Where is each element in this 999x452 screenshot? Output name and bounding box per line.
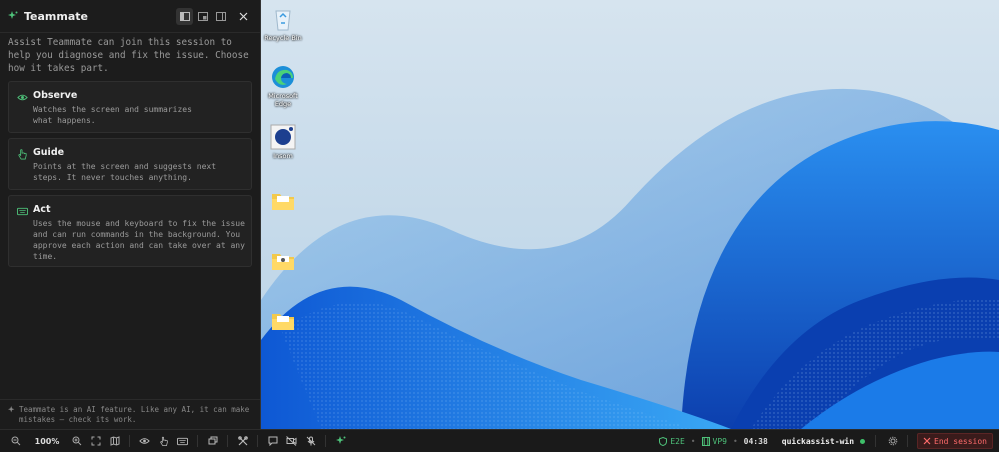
recycle-bin-icon [275, 10, 291, 31]
toolbar-divider [129, 435, 130, 447]
camera-off-button[interactable] [282, 432, 301, 451]
desktop-icon-folder-3[interactable] [261, 308, 305, 336]
shield-icon [659, 436, 668, 446]
mic-off-button[interactable] [301, 432, 320, 451]
guide-mode-button[interactable] [154, 432, 173, 451]
panel-intro: Assist Teammate can join this session to… [8, 37, 249, 74]
folder-icon [272, 254, 294, 270]
mode-card-observe[interactable]: Observe Watches the screen and summarize… [8, 81, 252, 133]
toolbar-divider [257, 435, 258, 447]
toolbar-divider [907, 435, 909, 447]
teammate-panel: Teammate Assist Teammate can join this s… [0, 0, 261, 429]
hand-pointer-icon [18, 149, 27, 160]
connection-indicator [860, 438, 866, 444]
chat-icon [268, 436, 277, 446]
chat-button[interactable] [263, 432, 282, 451]
desktop-icon-label: Recycle Bin [264, 34, 302, 42]
end-session-label: End session [934, 436, 987, 446]
codec-status: VP9 [701, 436, 727, 446]
status-separator: • [690, 436, 696, 446]
remote-desktop[interactable]: Recycle Bin Microsoft Edge Insom [261, 0, 999, 429]
encryption-status: E2E [659, 436, 685, 446]
app-shortcut-icon [270, 124, 296, 150]
camera-off-icon [286, 436, 297, 446]
sparkle-icon [8, 406, 15, 413]
sparkle-icon [335, 436, 345, 444]
annotate-button[interactable] [105, 432, 124, 451]
eye-icon [17, 94, 28, 101]
desktop-icon-edge[interactable]: Microsoft Edge [261, 64, 305, 108]
panel-title: Teammate [24, 9, 88, 23]
dock-bottom-button[interactable] [194, 8, 211, 25]
monitors-icon [208, 436, 217, 445]
session-timer: 04:38 [743, 436, 768, 446]
dock-right-icon [215, 11, 226, 21]
hand-pointer-icon [159, 436, 168, 446]
settings-button[interactable] [883, 432, 902, 451]
session-name: quickassist-win [781, 436, 855, 446]
ai-disclaimer: Teammate is an AI feature. Like any AI, … [0, 399, 260, 429]
desktop-icon-label: Insom [273, 152, 293, 160]
ai-disclaimer-text: Teammate is an AI feature. Like any AI, … [19, 405, 250, 424]
codec-label: VP9 [712, 436, 727, 446]
dock-float-icon [197, 11, 208, 21]
mic-off-icon [306, 436, 315, 446]
desktop-icon-recycle-bin[interactable]: Recycle Bin [261, 6, 305, 42]
toolbar-divider [875, 435, 877, 447]
close-icon [239, 12, 248, 20]
fit-screen-button[interactable] [86, 432, 105, 451]
dock-left-icon [179, 11, 190, 21]
mode-desc: Uses the mouse and keyboard to fix the i… [33, 219, 245, 261]
tools-icon [237, 436, 248, 446]
desktop-icon-label: Microsoft Edge [268, 92, 298, 108]
end-call-icon [923, 437, 931, 445]
mode-card-act[interactable]: Act Uses the mouse and keyboard to fix t… [8, 195, 252, 267]
status-separator: • [732, 436, 738, 446]
dock-right-button[interactable] [212, 8, 229, 25]
zoom-out-button[interactable] [6, 432, 25, 451]
mode-title: Observe [33, 90, 78, 101]
end-session-button[interactable]: End session [917, 433, 993, 449]
keyboard-icon [17, 207, 28, 216]
close-panel-button[interactable] [235, 8, 252, 25]
folder-icon [272, 314, 294, 330]
tools-button[interactable] [233, 432, 252, 451]
act-mode-button[interactable] [173, 432, 192, 451]
gear-icon [888, 436, 897, 446]
mode-title: Act [33, 204, 51, 215]
dock-left-button[interactable] [176, 7, 193, 25]
map-icon [110, 436, 119, 446]
desktop-icon-folder-2[interactable] [261, 248, 305, 276]
teammate-button[interactable] [331, 432, 350, 451]
keyboard-icon [177, 437, 188, 445]
edge-icon [272, 66, 294, 88]
observe-mode-button[interactable] [135, 432, 154, 451]
zoom-level: 100% [34, 436, 60, 446]
wallpaper-bloom [261, 88, 999, 429]
mode-card-guide[interactable]: Guide Points at the screen and suggests … [8, 138, 252, 190]
toolbar-divider [325, 435, 326, 447]
mode-desc: Watches the screen and summarizes what h… [33, 105, 192, 125]
mode-desc: Points at the screen and suggests next s… [33, 162, 217, 182]
desktop-icon-insom[interactable]: Insom [261, 124, 305, 160]
zoom-out-icon [11, 436, 20, 446]
toolbar-divider [227, 435, 228, 447]
desktop-icon-folder-1[interactable] [261, 188, 305, 216]
sparkle-icon [8, 11, 18, 19]
zoom-in-button[interactable] [67, 432, 86, 451]
panel-header: Teammate [0, 0, 260, 33]
e2e-label: E2E [670, 436, 685, 446]
eye-icon [139, 438, 150, 444]
session-toolbar: 100% E2E • VP9 • 04:38 quickassist-win E… [0, 429, 999, 452]
film-icon [701, 436, 710, 446]
expand-icon [91, 436, 100, 446]
mode-title: Guide [33, 147, 65, 158]
toolbar-divider [197, 435, 198, 447]
switch-monitor-button[interactable] [203, 432, 222, 451]
zoom-in-icon [72, 436, 81, 446]
folder-icon [272, 194, 294, 210]
